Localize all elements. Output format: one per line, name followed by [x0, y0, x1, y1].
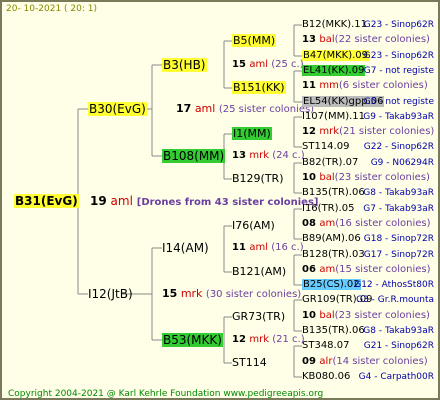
- parent-upper-drones: 17 aml (25 sister colonies): [176, 102, 315, 116]
- great-grandparent-queen[interactable]: GR73(TR): [232, 311, 285, 323]
- pedigree-chart: 20- 10-2021 ( 20: 1) B31(EvG) 19 aml [Dr…: [0, 0, 440, 400]
- parent-lower[interactable]: I12(JtB): [88, 288, 133, 300]
- great-grandparent-queen[interactable]: B5(MM): [232, 34, 277, 47]
- ancestor-ref[interactable]: G7 - Takab93aR: [363, 203, 434, 215]
- grandparent-queen[interactable]: B108(MM): [162, 149, 226, 163]
- grandparent-drones: 13 mrk (24 c.): [232, 150, 305, 161]
- grandparent-queen[interactable]: B53(MKK): [162, 333, 223, 347]
- drone-row: 09 alr(14 sister colonies): [302, 356, 428, 367]
- great-grandparent-queen[interactable]: I76(AM): [232, 220, 275, 232]
- great-grandparent-queen[interactable]: B129(TR): [232, 173, 284, 185]
- ancestor-ref[interactable]: G23 - Sinop62R: [364, 19, 434, 31]
- drone-row: 06 am(15 sister colonies): [302, 264, 431, 275]
- ancestor-ref[interactable]: G4 - Carpath00R: [359, 371, 434, 383]
- ancestor-ref[interactable]: G12 - AthosSt80R: [354, 279, 434, 291]
- ancestor-ref[interactable]: G8 - Takab93aR: [363, 325, 434, 337]
- ancestor-ref[interactable]: G7 - not registe: [364, 65, 434, 77]
- ancestor-row[interactable]: B12(MKK).11: [302, 19, 367, 31]
- root-queen[interactable]: B31(EvG): [14, 194, 79, 208]
- drone-row: 13 bal(22 sister colonies): [302, 34, 430, 45]
- grandparent-drones: 12 mrk (21 c.): [232, 334, 305, 345]
- drone-row: 08 am(16 sister colonies): [302, 218, 431, 229]
- ancestor-row[interactable]: B135(TR).06: [302, 325, 365, 337]
- ancestor-ref[interactable]: G9 - N06294R: [371, 157, 434, 169]
- ancestor-row[interactable]: ST114.09: [302, 141, 349, 153]
- ancestor-row[interactable]: B25(CS).02: [302, 279, 361, 291]
- ancestor-row[interactable]: ST348.07: [302, 340, 349, 352]
- drone-row: 11 mm(6 sister colonies): [302, 80, 428, 91]
- ancestor-row[interactable]: I16(TR).05: [302, 203, 354, 215]
- ancestor-ref[interactable]: G17 - Sinop72R: [364, 249, 434, 261]
- root-drone-line: 19 aml [Drones from 43 sister colonies]: [90, 194, 319, 208]
- ancestor-ref[interactable]: G8 - Takab93aR: [363, 187, 434, 199]
- ancestor-ref[interactable]: G23 - Sinop62R: [364, 50, 434, 62]
- parent-lower-drones: 15 mrk (30 sister colonies): [162, 287, 302, 301]
- great-grandparent-queen[interactable]: ST114: [232, 357, 267, 369]
- timestamp-header: 20- 10-2021 ( 20: 1): [6, 4, 97, 14]
- ancestor-row[interactable]: I107(MM).11: [302, 111, 365, 123]
- ancestor-row[interactable]: B135(TR).06: [302, 187, 365, 199]
- ancestor-ref[interactable]: G5 - not registe: [364, 96, 434, 108]
- grandparent-queen[interactable]: I14(AM): [162, 242, 209, 254]
- ancestor-row[interactable]: B82(TR).07: [302, 157, 358, 169]
- ancestor-row[interactable]: B47(MKK).09: [302, 50, 370, 62]
- ancestor-row[interactable]: KB080.06: [302, 371, 350, 383]
- root-queen-name: B31(EvG): [14, 194, 79, 208]
- great-grandparent-queen[interactable]: B151(KK): [232, 81, 286, 94]
- great-grandparent-queen[interactable]: I1(MM): [232, 127, 272, 140]
- drone-row: 10 bal(23 sister colonies): [302, 172, 430, 183]
- ancestor-ref[interactable]: G9 - Takab93aR: [363, 111, 434, 123]
- parent-upper[interactable]: B30(EvG): [88, 102, 147, 116]
- grandparent-drones: 11 aml (16 c.): [232, 242, 304, 253]
- great-grandparent-queen[interactable]: B121(AM): [232, 266, 286, 278]
- ancestor-ref[interactable]: G18 - Sinop72R: [364, 233, 434, 245]
- ancestor-row[interactable]: B89(AM).06: [302, 233, 361, 245]
- grandparent-queen[interactable]: B3(HB): [162, 58, 207, 72]
- drone-row: 10 bal(23 sister colonies): [302, 310, 430, 321]
- grandparent-drones: 15 aml (25 c.): [232, 59, 304, 70]
- copyright-footer: Copyright 2004-2021 @ Karl Kehrle Founda…: [8, 389, 324, 399]
- drone-row: 12 mrk(21 sister colonies): [302, 126, 435, 137]
- ancestor-row[interactable]: B128(TR).03: [302, 249, 365, 261]
- ancestor-ref[interactable]: G3 - Gr.R.mounta: [356, 294, 434, 306]
- ancestor-ref[interactable]: G22 - Sinop62R: [364, 141, 434, 153]
- ancestor-row[interactable]: EL41(KK).09: [302, 65, 366, 77]
- ancestor-ref[interactable]: G21 - Sinop62R: [364, 340, 434, 352]
